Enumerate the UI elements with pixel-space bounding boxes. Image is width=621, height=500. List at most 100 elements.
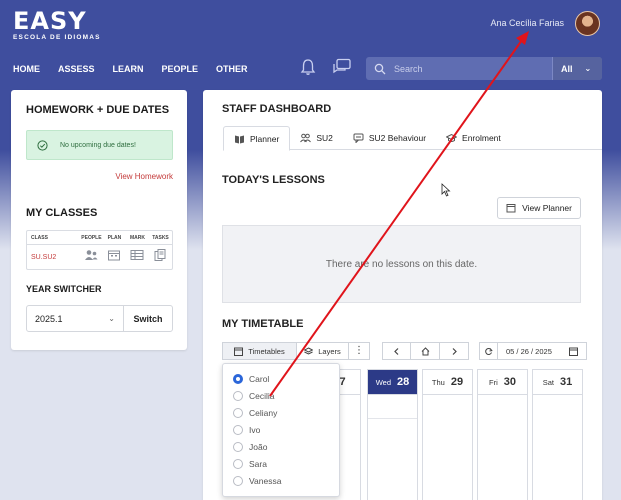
prev-week-button[interactable] (382, 342, 411, 360)
day-column[interactable]: Fri 30 (477, 369, 528, 500)
day-column-selected[interactable]: Wed 28 (367, 369, 418, 500)
radio[interactable] (233, 390, 243, 401)
year-value: 2025.1 (35, 313, 63, 324)
teacher-name: Carol (249, 373, 270, 384)
teacher-option[interactable]: Vanessa (223, 472, 339, 489)
view-planner-label: View Planner (522, 203, 572, 213)
mouse-cursor-icon (441, 183, 451, 197)
radio[interactable] (233, 424, 243, 435)
calendar-icon (234, 347, 244, 356)
tab-planner[interactable]: Planner (223, 126, 291, 151)
nav-home[interactable]: HOME (13, 64, 40, 74)
classes-table: CLASS PEOPLE PLAN MARK TASKS SU.SU2 (26, 230, 173, 270)
group-icon (300, 133, 312, 143)
logo-subtitle: ESCOLA DE IDIOMAS (13, 34, 101, 41)
teacher-option[interactable]: Sara (223, 455, 339, 472)
logo[interactable]: EASY ESCOLA DE IDIOMAS (13, 8, 101, 41)
classes-table-header: CLASS PEOPLE PLAN MARK TASKS (27, 231, 172, 245)
class-link[interactable]: SU.SU2 (27, 254, 80, 261)
teacher-name: Sara (249, 458, 267, 469)
bell-icon[interactable] (300, 58, 316, 76)
chat-icon[interactable] (332, 58, 352, 76)
timetables-dropdown: Carol Cecilia Celiany Ivo João Sara Vane… (222, 363, 340, 497)
date-picker[interactable]: 05 / 26 / 2025 (498, 342, 587, 360)
teacher-option[interactable]: Carol (223, 370, 339, 387)
calendar-icon (506, 204, 516, 213)
day-name: Wed (375, 377, 392, 387)
no-due-dates-alert: No upcoming due dates! (26, 130, 173, 160)
teacher-name: Vanessa (249, 475, 282, 486)
main-nav: HOME ASSESS LEARN PEOPLE OTHER (13, 64, 266, 74)
teacher-option[interactable]: Cecilia (223, 387, 339, 404)
layers-button[interactable]: Layers (297, 342, 349, 360)
year-switcher-title: YEAR SWITCHER (26, 284, 102, 294)
day-date: 30 (503, 376, 516, 388)
radio[interactable] (233, 441, 243, 452)
search-scope-select[interactable]: All ⌄ (552, 57, 602, 80)
search-scope-value: All (561, 63, 573, 74)
today-button[interactable] (411, 342, 440, 360)
calendar-icon (569, 347, 578, 356)
nav-people[interactable]: PEOPLE (162, 64, 199, 74)
nav-assess[interactable]: ASSESS (58, 64, 95, 74)
col-people: PEOPLE (81, 234, 102, 241)
radio[interactable] (233, 458, 243, 469)
day-name: Sat (542, 377, 554, 387)
gradebook-icon[interactable] (130, 249, 144, 261)
hour-line (368, 418, 417, 419)
date-value: 05 / 26 / 2025 (506, 346, 552, 356)
switch-button[interactable]: Switch (124, 306, 172, 331)
col-class: CLASS (31, 234, 48, 241)
chevron-down-icon: ⌄ (108, 314, 115, 323)
teacher-option[interactable]: Ivo (223, 421, 339, 438)
teacher-name: João (249, 441, 268, 452)
teacher-name: Ivo (249, 424, 261, 435)
view-homework-link[interactable]: View Homework (115, 172, 173, 181)
homework-title: HOMEWORK + DUE DATES (26, 104, 170, 116)
search-icon (374, 63, 386, 74)
refresh-icon (485, 347, 493, 355)
home-icon (421, 346, 429, 355)
teacher-name: Cecilia (249, 390, 275, 401)
calendar-icon[interactable] (107, 249, 121, 261)
page-title: STAFF DASHBOARD (222, 103, 332, 115)
people-icon[interactable] (84, 249, 98, 261)
year-select[interactable]: 2025.1 ⌄ (27, 306, 124, 331)
tab-enrolment[interactable]: Enrolment (436, 126, 511, 150)
view-planner-button[interactable]: View Planner (497, 197, 581, 219)
next-week-button[interactable] (440, 342, 469, 360)
nav-other[interactable]: OTHER (216, 64, 248, 74)
todays-lessons-title: TODAY'S LESSONS (222, 174, 325, 186)
tab-label: Planner (250, 133, 280, 144)
day-column[interactable]: Sat 31 (532, 369, 583, 500)
nav-learn[interactable]: LEARN (113, 64, 144, 74)
tab-su2-behaviour[interactable]: SU2 Behaviour (343, 126, 436, 150)
year-switcher: 2025.1 ⌄ Switch (26, 305, 173, 332)
radio[interactable] (233, 475, 243, 486)
teacher-name: Celiany (249, 407, 278, 418)
tab-su2[interactable]: SU2 (290, 126, 343, 150)
layers-label: Layers (318, 346, 341, 356)
tasks-icon[interactable] (153, 249, 167, 261)
search-input[interactable] (394, 63, 544, 74)
timetables-label: Timetables (248, 346, 285, 356)
tab-label: Enrolment (462, 133, 501, 143)
day-column[interactable]: Thu 29 (422, 369, 473, 500)
dashboard-tabs: Planner SU2 SU2 Behaviour Enrolment (223, 126, 602, 151)
radio-selected[interactable] (233, 373, 243, 384)
kebab-icon: ⋮ (354, 345, 364, 356)
timetables-button[interactable]: Timetables (222, 342, 297, 360)
avatar[interactable] (575, 11, 600, 36)
refresh-button[interactable] (479, 342, 498, 360)
teacher-option[interactable]: João (223, 438, 339, 455)
tab-label: SU2 Behaviour (368, 133, 427, 143)
radio[interactable] (233, 407, 243, 418)
my-classes-title: MY CLASSES (26, 207, 98, 219)
chevron-down-icon: ⌄ (584, 64, 592, 73)
more-options-button[interactable]: ⋮ (349, 342, 370, 360)
day-date: 29 (450, 376, 464, 388)
col-mark: MARK (129, 234, 145, 241)
teacher-option[interactable]: Celiany (223, 404, 339, 421)
col-plan: PLAN (107, 234, 122, 241)
user-name[interactable]: Ana Cecília Farias (490, 18, 564, 28)
